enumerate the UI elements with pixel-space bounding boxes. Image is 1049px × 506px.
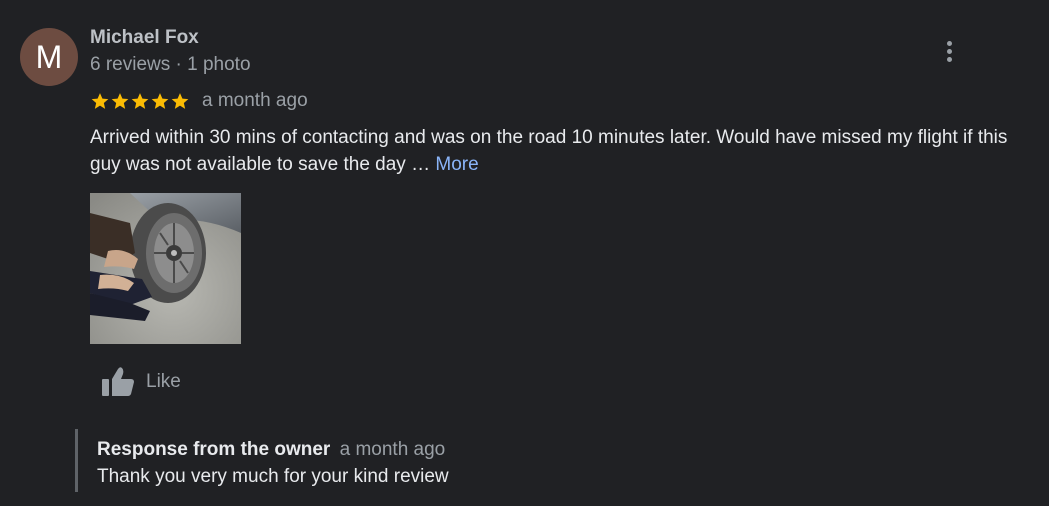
like-label: Like — [146, 371, 181, 392]
star-icon — [171, 93, 189, 109]
star-icon — [151, 93, 169, 109]
like-button[interactable]: Like — [100, 364, 181, 400]
owner-response: Response from the owner a month ago Than… — [75, 429, 449, 492]
review-body: Arrived within 30 mins of contacting and… — [90, 127, 1008, 175]
star-icon — [131, 93, 149, 109]
response-heading: Response from the owner a month ago — [97, 437, 449, 463]
response-text: Thank you very much for your kind review — [97, 466, 449, 487]
menu-dot — [946, 48, 952, 54]
more-link[interactable]: More — [435, 154, 478, 175]
rating-row: a month ago — [90, 88, 308, 114]
star-rating — [90, 91, 190, 111]
review-date: a month ago — [202, 90, 308, 111]
review-card: M Michael Fox 6 reviews · 1 photo a mont… — [0, 0, 1049, 506]
menu-dot — [946, 56, 952, 62]
tire-photo-image — [90, 193, 241, 344]
star-icon — [111, 93, 129, 109]
avatar-initial: M — [35, 39, 63, 75]
review-text: Arrived within 30 mins of contacting and… — [90, 124, 1030, 178]
response-title: Response from the owner — [97, 439, 331, 460]
author-name[interactable]: Michael Fox — [90, 27, 199, 49]
thumbs-up-icon — [102, 367, 134, 396]
author-meta: 6 reviews · 1 photo — [90, 54, 251, 75]
review-photo[interactable] — [90, 193, 241, 344]
response-date: a month ago — [339, 439, 446, 460]
menu-dot — [946, 40, 952, 46]
more-vert-icon[interactable] — [936, 38, 962, 64]
star-icon — [91, 93, 109, 109]
avatar[interactable]: M — [20, 28, 78, 86]
